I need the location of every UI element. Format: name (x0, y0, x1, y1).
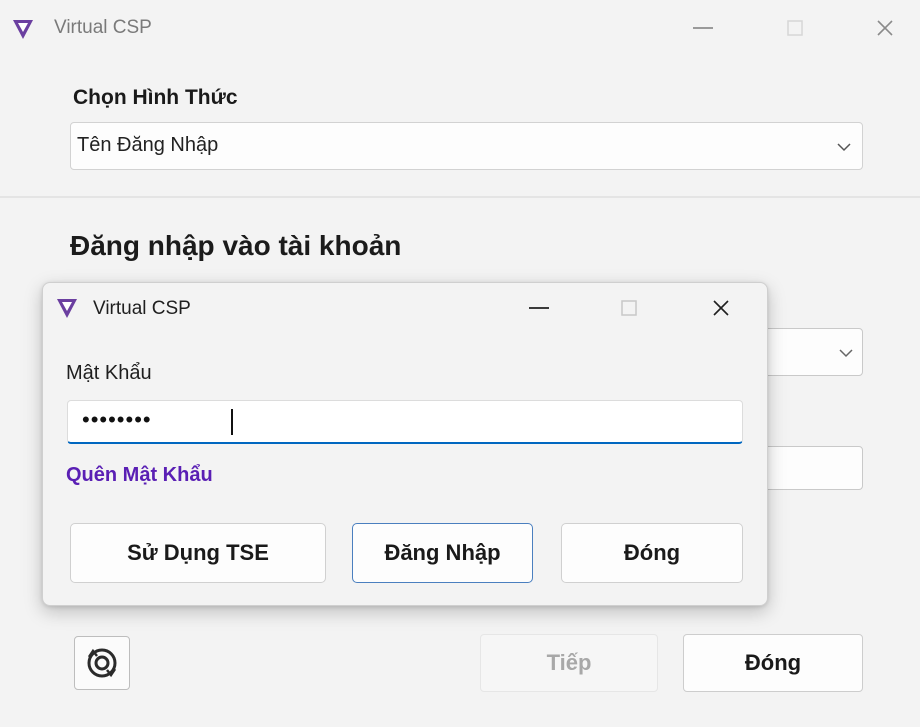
settings-button[interactable] (74, 636, 130, 690)
close-icon (713, 300, 729, 316)
password-value: •••••••• (82, 407, 152, 432)
chevron-down-icon (839, 349, 853, 358)
next-button[interactable]: Tiếp (480, 634, 658, 692)
method-label: Chọn Hình Thức (73, 86, 238, 109)
use-tse-button-label: Sử Dụng TSE (127, 540, 269, 565)
app-logo-icon (57, 299, 77, 318)
dialog-close-button[interactable]: Đóng (561, 523, 743, 583)
maximize-icon (787, 20, 803, 36)
dialog-close-button-label: Đóng (623, 540, 681, 565)
main-titlebar: Virtual CSP (0, 0, 920, 58)
login-button-label: Đăng Nhập (384, 540, 501, 565)
password-label: Mật Khẩu (66, 362, 152, 384)
method-select[interactable]: Tên Đăng Nhập (70, 122, 863, 170)
minimize-button[interactable] (680, 8, 726, 48)
page-heading: Đăng nhập vào tài khoản (70, 230, 402, 261)
close-button[interactable]: Đóng (683, 634, 863, 692)
chevron-down-icon (837, 143, 851, 152)
minimize-icon (693, 27, 713, 29)
dialog-minimize-button[interactable] (516, 287, 562, 329)
forgot-password-link[interactable]: Quên Mật Khẩu (66, 464, 213, 487)
method-select-value: Tên Đăng Nhập (77, 134, 219, 156)
main-window-title: Virtual CSP (54, 17, 152, 38)
text-caret (231, 409, 233, 435)
use-tse-button[interactable]: Sử Dụng TSE (70, 523, 326, 583)
password-dialog: Virtual CSP Mật Khẩu •••••••• Quên Mật K… (42, 282, 768, 606)
dialog-close-window-button[interactable] (698, 287, 744, 329)
password-input[interactable]: •••••••• (67, 400, 743, 444)
close-window-button[interactable] (862, 8, 908, 48)
minimize-icon (529, 307, 549, 309)
maximize-icon (621, 300, 637, 316)
login-button[interactable]: Đăng Nhập (352, 523, 533, 583)
refresh-settings-icon (87, 648, 117, 678)
next-button-label: Tiếp (546, 650, 592, 675)
dialog-maximize-button[interactable] (606, 287, 652, 329)
dialog-title: Virtual CSP (93, 298, 191, 319)
section-divider (0, 196, 920, 198)
close-icon (877, 20, 893, 36)
app-logo-icon (13, 20, 33, 39)
maximize-button[interactable] (772, 8, 818, 48)
close-button-label: Đóng (744, 650, 802, 675)
